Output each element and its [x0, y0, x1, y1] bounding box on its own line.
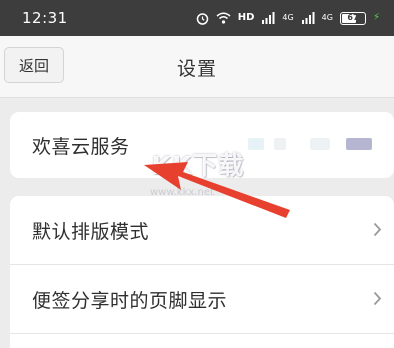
signal-2-label: 4G	[321, 13, 333, 22]
signal-icon	[301, 12, 315, 24]
cloud-service-card: 欢喜云服务	[10, 112, 394, 178]
settings-screen: 12:31 HD 4G 4G 67 ⚡ 返回 设置 欢喜云服务 默认排版模式 便…	[0, 0, 394, 348]
default-layout-row[interactable]: 默认排版模式	[10, 196, 394, 264]
cloud-service-label: 欢喜云服务	[32, 135, 130, 158]
battery-level: 67	[347, 12, 359, 22]
chevron-right-icon	[373, 291, 382, 310]
account-info-blurred	[248, 138, 372, 150]
cloud-service-row[interactable]: 欢喜云服务	[10, 112, 394, 178]
share-footer-label: 便签分享时的页脚显示	[32, 289, 228, 312]
wifi-icon	[216, 12, 231, 24]
row-divider	[10, 333, 394, 334]
hd-label: HD	[237, 12, 255, 23]
settings-card: 默认排版模式 便签分享时的页脚显示	[10, 196, 394, 348]
charging-icon: ⚡	[372, 12, 380, 23]
status-time: 12:31	[22, 9, 68, 27]
chevron-right-icon	[373, 222, 382, 241]
battery-icon: 67	[339, 11, 366, 25]
signal-1-label: 4G	[282, 13, 294, 22]
default-layout-label: 默认排版模式	[32, 220, 150, 243]
status-icons: HD 4G 4G 67 ⚡	[196, 10, 380, 26]
signal-icon	[261, 12, 275, 24]
share-footer-row[interactable]: 便签分享时的页脚显示	[10, 265, 394, 333]
status-bar: 12:31 HD 4G 4G 67 ⚡	[0, 0, 394, 36]
alarm-icon	[196, 12, 209, 25]
page-title: 设置	[176, 58, 217, 80]
app-header: 返回 设置	[0, 36, 394, 98]
